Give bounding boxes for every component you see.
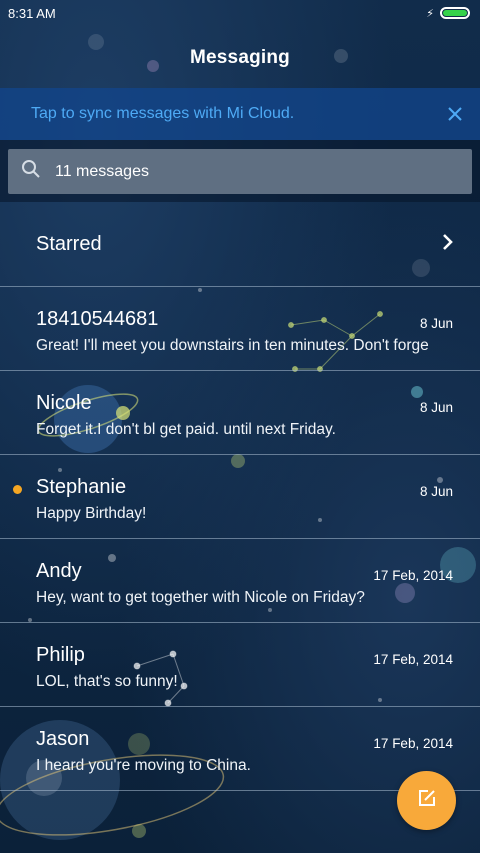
message-preview: I heard you're moving to China. xyxy=(36,757,251,774)
compose-icon xyxy=(417,788,437,813)
status-bar: 8:31 AM ⚡ xyxy=(0,0,480,26)
page-title: Messaging xyxy=(190,47,290,68)
conversation-row[interactable]: 18410544681 8 Jun Great! I'll meet you d… xyxy=(0,287,480,371)
compose-button[interactable] xyxy=(397,771,456,830)
conversation-list: Starred 18410544681 8 Jun Great! I'll me… xyxy=(0,203,480,791)
message-preview: LOL, that's so funny! xyxy=(36,673,178,690)
search-icon xyxy=(21,159,41,184)
sync-banner[interactable]: Tap to sync messages with Mi Cloud. xyxy=(0,88,480,140)
message-date: 17 Feb, 2014 xyxy=(373,568,453,583)
sync-banner-text[interactable]: Tap to sync messages with Mi Cloud. xyxy=(31,105,294,123)
message-date: 8 Jun xyxy=(419,316,453,331)
message-preview: Happy Birthday! xyxy=(36,505,147,522)
starred-label: Starred xyxy=(36,233,102,255)
status-time: 8:31 AM xyxy=(8,5,56,21)
message-date: 17 Feb, 2014 xyxy=(373,652,453,667)
contact-name: Philip xyxy=(36,644,85,666)
starred-row[interactable]: Starred xyxy=(0,203,480,287)
contact-name: Andy xyxy=(36,560,82,582)
contact-name: Stephanie xyxy=(36,476,127,498)
search-input[interactable]: 11 messages xyxy=(8,149,472,194)
message-preview: Hey, want to get together with Nicole on… xyxy=(36,589,365,606)
message-date: 17 Feb, 2014 xyxy=(373,736,453,751)
contact-name: Jason xyxy=(36,728,90,750)
close-icon[interactable] xyxy=(446,105,464,123)
bolt-icon: ⚡ xyxy=(426,7,434,20)
conversation-row[interactable]: Andy 17 Feb, 2014 Hey, want to get toget… xyxy=(0,539,480,623)
message-preview: Forget it.I don't bl get paid. until nex… xyxy=(36,421,336,438)
contact-name: 18410544681 xyxy=(36,308,159,330)
message-date: 8 Jun xyxy=(419,484,453,499)
conversation-row[interactable]: Stephanie 8 Jun Happy Birthday! xyxy=(0,455,480,539)
message-preview: Great! I'll meet you downstairs in ten m… xyxy=(36,337,429,354)
status-indicators: ⚡ xyxy=(426,7,470,20)
chevron-right-icon xyxy=(442,233,454,256)
conversation-row[interactable]: Nicole 8 Jun Forget it.I don't bl get pa… xyxy=(0,371,480,455)
unread-dot-icon xyxy=(13,485,22,494)
message-date: 8 Jun xyxy=(419,400,453,415)
conversation-row[interactable]: Philip 17 Feb, 2014 LOL, that's so funny… xyxy=(0,623,480,707)
search-bar: 11 messages xyxy=(0,140,480,202)
search-text: 11 messages xyxy=(55,162,149,180)
contact-name: Nicole xyxy=(36,392,92,414)
battery-icon xyxy=(440,7,470,19)
